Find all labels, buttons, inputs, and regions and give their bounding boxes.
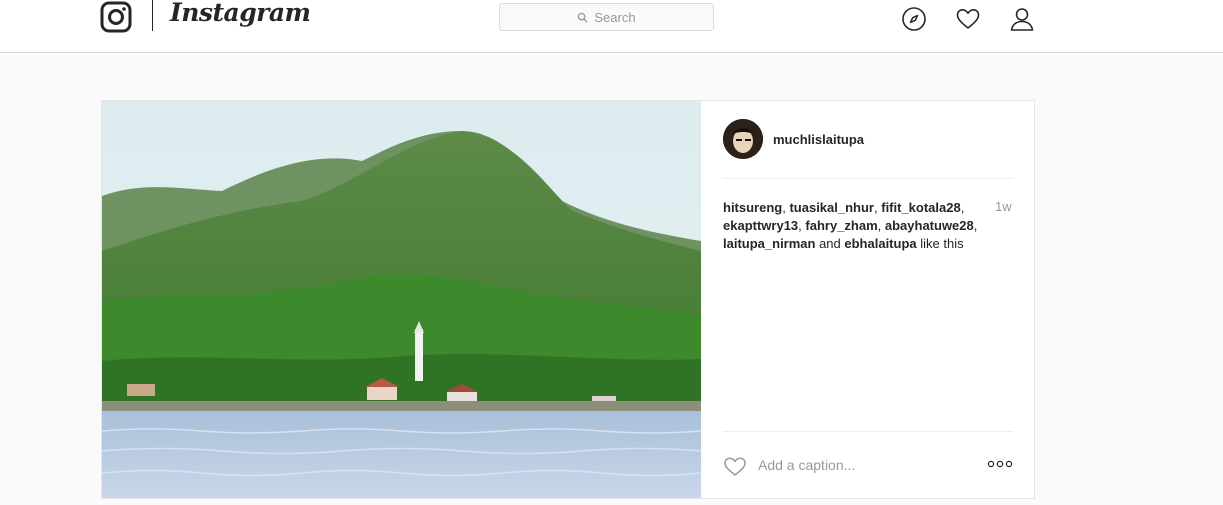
- liker-username[interactable]: tuasikal_nhur: [789, 200, 874, 215]
- liker-separator: ,: [960, 200, 965, 215]
- post-username[interactable]: muchlislaitupa: [773, 132, 864, 147]
- brand-wordmark[interactable]: Instagram: [170, 0, 311, 27]
- liker-username[interactable]: fahry_zham: [805, 218, 877, 233]
- liker-username[interactable]: ebhalaitupa: [844, 236, 916, 251]
- likes-summary: hitsureng, tuasikal_nhur, fifit_kotala28…: [723, 199, 985, 253]
- liker-username[interactable]: laitupa_nirman: [723, 236, 815, 251]
- compass-icon[interactable]: [901, 6, 927, 32]
- likes-tail-text: like this: [916, 236, 964, 251]
- caption-input[interactable]: Add a caption...: [758, 457, 855, 473]
- like-heart-icon[interactable]: [723, 455, 747, 477]
- liker-separator: and: [815, 236, 845, 251]
- liker-username[interactable]: fifit_kotala28: [881, 200, 960, 215]
- top-navigation-bar: Instagram Search: [0, 0, 1223, 53]
- post-card: muchlislaitupa hitsureng, tuasikal_nhur,…: [101, 100, 1035, 499]
- liker-separator: ,: [877, 218, 885, 233]
- post-timestamp[interactable]: 1w: [995, 199, 1012, 214]
- liker-username[interactable]: abayhatuwe28: [885, 218, 974, 233]
- avatar-portrait: [723, 119, 763, 159]
- search-input[interactable]: Search: [499, 3, 714, 31]
- post-sidebar: muchlislaitupa hitsureng, tuasikal_nhur,…: [701, 101, 1034, 498]
- logo-separator: [152, 0, 153, 31]
- liker-username[interactable]: hitsureng: [723, 200, 782, 215]
- liker-username[interactable]: ekapttwry13: [723, 218, 798, 233]
- divider: [723, 178, 1013, 179]
- search-icon: [578, 12, 588, 23]
- heart-icon[interactable]: [955, 6, 981, 32]
- search-placeholder: Search: [594, 9, 636, 25]
- instagram-logo-icon[interactable]: [100, 1, 132, 33]
- post-photo[interactable]: [102, 101, 701, 498]
- more-options-icon[interactable]: [987, 459, 1013, 469]
- divider: [723, 431, 1013, 432]
- landscape-image: [102, 101, 701, 498]
- liker-separator: ,: [973, 218, 978, 233]
- user-icon[interactable]: [1009, 6, 1035, 32]
- avatar[interactable]: [723, 119, 763, 159]
